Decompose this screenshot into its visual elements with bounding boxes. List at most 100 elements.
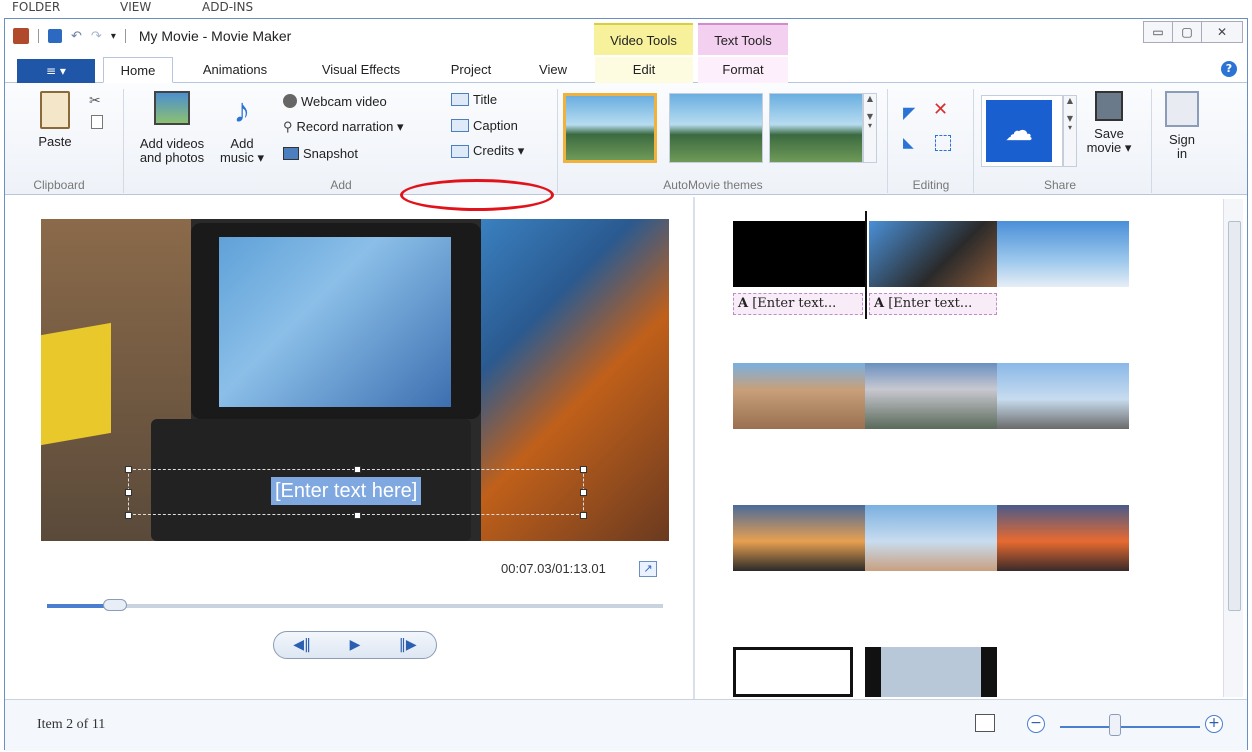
redo-icon[interactable]: ↷ — [91, 29, 102, 44]
copy-icon[interactable] — [91, 115, 103, 129]
storyboard-caption-1-text: [Enter text... — [752, 296, 837, 311]
tab-home[interactable]: Home — [103, 57, 173, 83]
close-button[interactable]: ✕ — [1201, 21, 1243, 43]
theme-thumbnail-3[interactable] — [769, 93, 863, 163]
theme-thumbnail-1[interactable] — [563, 93, 657, 163]
themes-scroll[interactable]: ▲ ▼ ▾ — [863, 93, 877, 163]
tab-project[interactable]: Project — [435, 57, 507, 83]
seek-thumb[interactable] — [103, 599, 127, 611]
microphone-icon: ⚲ — [283, 119, 293, 134]
resize-handle[interactable] — [125, 489, 132, 496]
caption-button[interactable]: Caption — [451, 115, 518, 135]
editing-group-label: Editing — [912, 178, 950, 192]
title-label: Title — [473, 91, 498, 107]
tab-visual-effects[interactable]: Visual Effects — [303, 57, 419, 83]
add-music-button[interactable]: ♪ Add music ▾ — [211, 91, 273, 165]
save-icon[interactable] — [48, 29, 62, 43]
film-save-icon — [1095, 91, 1123, 121]
storyboard-clip-road[interactable] — [997, 363, 1129, 429]
next-frame-icon[interactable]: ‖▶ — [399, 637, 417, 653]
storyboard-clip-building[interactable] — [733, 363, 865, 429]
tab-edit[interactable]: Edit — [595, 57, 693, 83]
share-scroll[interactable]: ▲ ▼ ▾ — [1063, 95, 1077, 167]
resize-handle[interactable] — [354, 466, 361, 473]
movie-maker-window: ↶ ↷ ▾ My Movie - Movie Maker Video Tools… — [4, 18, 1248, 751]
ipad-screen — [219, 237, 451, 407]
resize-handle[interactable] — [125, 512, 132, 519]
fullscreen-icon[interactable]: ↗ — [639, 561, 657, 577]
select-all-icon[interactable] — [935, 135, 951, 151]
storyboard-clip-dusk[interactable] — [997, 505, 1129, 571]
storyboard-clip-clouds[interactable] — [865, 363, 997, 429]
qat-separator — [38, 29, 39, 43]
paste-label: Paste — [38, 134, 72, 149]
title-icon — [451, 92, 469, 106]
storyboard-clip-black[interactable] — [733, 221, 865, 287]
file-menu-button[interactable]: ≡ ▾ — [17, 59, 95, 83]
tab-view[interactable]: View — [525, 57, 581, 83]
tab-animations[interactable]: Animations — [185, 57, 285, 83]
add-videos-photos-button[interactable]: Add videos and photos — [131, 91, 213, 165]
seek-bar[interactable] — [47, 599, 663, 611]
credits-icon — [451, 144, 469, 158]
customize-qat-icon[interactable]: ▾ — [111, 31, 116, 42]
help-icon[interactable]: ? — [1221, 61, 1237, 77]
tab-format[interactable]: Format — [698, 57, 788, 83]
rotate-icon[interactable]: ◣ — [903, 135, 914, 151]
scrollbar-thumb[interactable] — [1228, 221, 1241, 611]
minimize-button[interactable]: ▭ — [1143, 21, 1173, 43]
resize-handle[interactable] — [580, 466, 587, 473]
webcam-video-button[interactable]: Webcam video — [283, 91, 387, 111]
text-tools-header: Text Tools — [698, 23, 788, 55]
title-button[interactable]: Title — [451, 89, 497, 109]
film-photo-icon — [154, 91, 190, 125]
storyboard-clip-logo[interactable] — [733, 647, 853, 697]
cut-icon[interactable]: ✂ — [89, 93, 101, 109]
zoom-slider-thumb[interactable] — [1109, 714, 1121, 736]
video-preview[interactable]: [Enter text here] — [41, 219, 669, 541]
webcam-video-label: Webcam video — [301, 93, 387, 109]
storyboard-clip-desert[interactable] — [865, 505, 997, 571]
add-music-label: Add — [230, 136, 254, 151]
paste-button[interactable]: Paste — [27, 91, 83, 149]
background-menu: FOLDER VIEW ADD-INS — [0, 0, 1252, 18]
credits-label: Credits ▾ — [473, 143, 525, 158]
storyboard-caption-1[interactable]: A [Enter text... — [733, 293, 863, 315]
resize-handle[interactable] — [354, 512, 361, 519]
storyboard-playhead[interactable] — [865, 211, 867, 319]
sign-in-button[interactable]: Sign in — [1155, 91, 1209, 161]
zoom-out-button[interactable]: − — [1027, 715, 1045, 733]
previous-frame-icon[interactable]: ◀‖ — [293, 637, 311, 653]
trim-icon[interactable]: ◤ — [903, 103, 915, 122]
play-icon[interactable]: ▶ — [350, 637, 361, 653]
storyboard-clip-person[interactable] — [865, 647, 997, 697]
snapshot-button[interactable]: Snapshot — [283, 143, 358, 163]
add-group-label: Add — [330, 178, 352, 192]
record-narration-button[interactable]: ⚲ Record narration ▾ — [283, 117, 404, 137]
zoom-in-button[interactable]: + — [1205, 715, 1223, 733]
theme-thumbnail-2[interactable] — [669, 93, 763, 163]
title-bar: ↶ ↷ ▾ My Movie - Movie Maker Video Tools… — [5, 19, 1247, 55]
storyboard-clip-tower[interactable] — [997, 221, 1129, 287]
onedrive-share-button[interactable]: ☁ — [981, 95, 1063, 167]
caption-preview-text[interactable]: [Enter text here] — [271, 477, 422, 505]
storyboard-scrollbar[interactable] — [1223, 199, 1243, 697]
thumbnail-size-icon[interactable] — [975, 714, 995, 732]
storyboard-clip-ipad[interactable] — [869, 221, 997, 287]
save-movie-button[interactable]: Save movie ▾ — [1083, 91, 1135, 155]
credits-button[interactable]: Credits ▾ — [451, 141, 524, 161]
save-label: Save — [1094, 126, 1124, 141]
resize-handle[interactable] — [580, 489, 587, 496]
zoom-slider[interactable] — [1060, 726, 1200, 728]
resize-handle[interactable] — [580, 512, 587, 519]
delete-icon[interactable]: ✕ — [933, 99, 948, 120]
qat-separator-2 — [124, 29, 126, 43]
storyboard-caption-2[interactable]: A [Enter text... — [869, 293, 997, 315]
music-note-icon: ♪ — [233, 92, 251, 130]
maximize-button[interactable]: ▢ — [1172, 21, 1202, 43]
storyboard-clip-sunset[interactable] — [733, 505, 865, 571]
resize-handle[interactable] — [125, 466, 132, 473]
undo-icon[interactable]: ↶ — [71, 29, 82, 44]
group-separator — [973, 89, 974, 193]
pane-divider[interactable] — [693, 197, 695, 715]
